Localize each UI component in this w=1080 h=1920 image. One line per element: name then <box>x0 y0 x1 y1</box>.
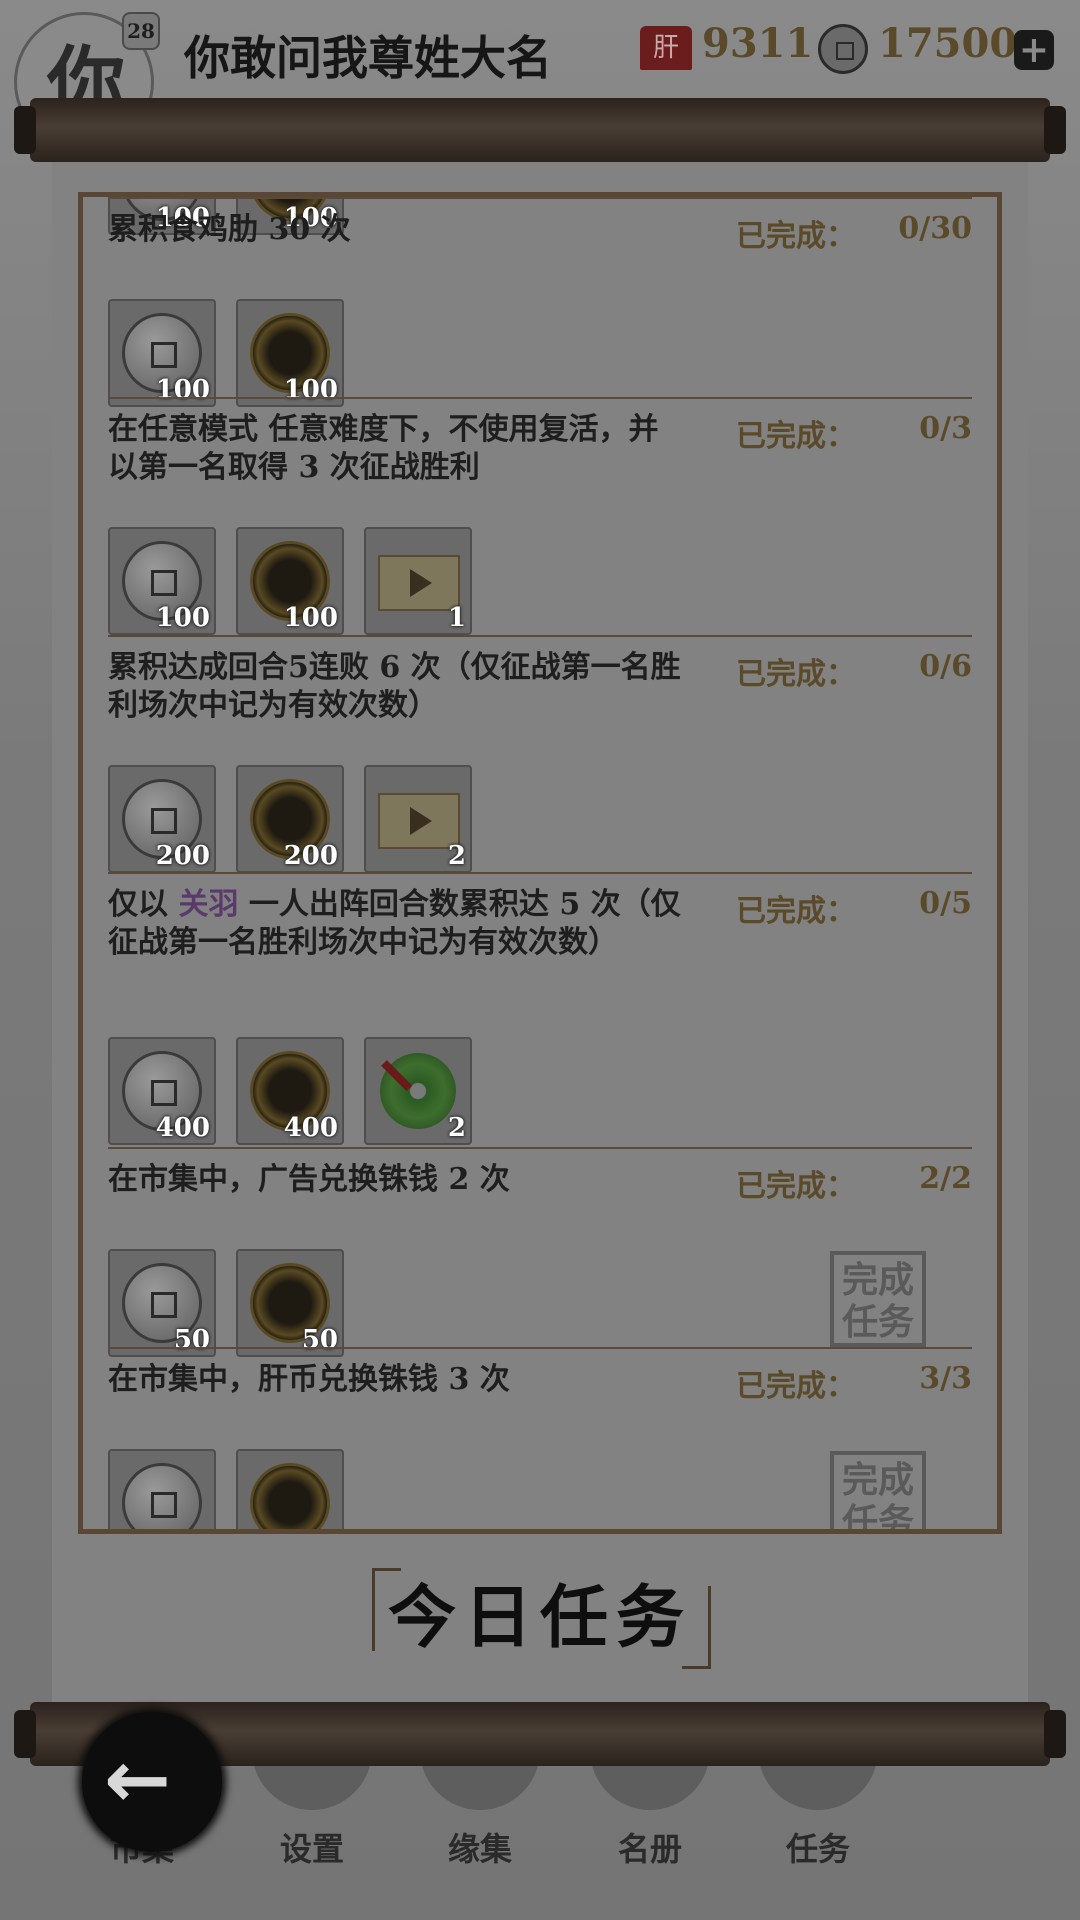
progress-value: 0/3 <box>919 411 972 446</box>
progress-label: 已完成： <box>736 1369 856 1404</box>
progress-value: 2/2 <box>919 1161 972 1196</box>
progress-label: 已完成： <box>736 1169 856 1204</box>
back-button[interactable]: ← <box>82 1712 222 1852</box>
coin-gold-icon <box>250 1463 330 1529</box>
liver-coin-amount: 9311 <box>702 20 814 67</box>
page-title: 今日任务 <box>387 1578 692 1658</box>
jade-icon <box>380 1053 456 1129</box>
reward-coin-silver[interactable]: 100 <box>108 299 216 407</box>
task-divider <box>108 1147 972 1149</box>
task-list-frame[interactable]: 100 100 累积食鸡肋 30 次已完成： 0/30 100 100 在任意模式 任意难度… <box>78 192 1002 1534</box>
back-arrow-icon: ← <box>104 1733 172 1826</box>
task-item: 在任意模式 任意难度下，不使用复活，并以第一名取得 3 次征战胜利 已完成： 0/3… <box>108 397 972 637</box>
task-item: 在市集中，肝币兑换铢钱 3 次 已完成： 3/3 完成任务 <box>108 1347 972 1529</box>
task-divider <box>108 197 972 199</box>
reward-coin-silver[interactable] <box>108 1449 216 1529</box>
reward-ticket[interactable]: 2 <box>364 765 472 873</box>
progress-label: 已完成： <box>736 419 856 454</box>
level-badge: 28 <box>122 12 160 50</box>
task-description: 在市集中，肝币兑换铢钱 3 次 <box>108 1362 510 1397</box>
scroll-roller-top <box>14 98 1066 162</box>
task-description: 仅以 关羽 一人出阵回合数累积达 5 次（仅征战第一名胜利场次中记为有效次数） <box>108 886 688 962</box>
reward-quantity: 200 <box>283 841 338 871</box>
reward-quantity: 200 <box>155 841 210 871</box>
completed-stamp: 完成任务 <box>830 1251 926 1347</box>
coin-silver-icon <box>122 1463 202 1529</box>
nav-label[interactable]: 缘集 <box>420 1824 540 1870</box>
task-description: 累积达成回合5连败 6 次（仅征战第一名胜利场次中记为有效次数） <box>108 650 681 723</box>
reward-quantity: 400 <box>155 1113 210 1143</box>
task-divider <box>108 1347 972 1349</box>
reward-coin-gold[interactable]: 50 <box>236 1249 344 1357</box>
reward-coin-gold[interactable]: 100 <box>236 299 344 407</box>
task-description: 在市集中，广告兑换铢钱 2 次 <box>108 1162 510 1197</box>
task-divider <box>108 397 972 399</box>
liver-coin-icon: 肝 <box>640 26 692 70</box>
task-description: 累积食鸡肋 30 次 <box>108 212 351 247</box>
copper-coin-icon <box>818 24 868 74</box>
reward-quantity: 400 <box>283 1113 338 1143</box>
player-name: 你敢问我尊姓大名 <box>184 31 552 85</box>
progress-label: 已完成： <box>736 219 856 254</box>
task-description: 在任意模式 任意难度下，不使用复活，并以第一名取得 3 次征战胜利 <box>108 412 659 485</box>
progress-label: 已完成： <box>736 894 856 929</box>
reward-coin-gold[interactable]: 200 <box>236 765 344 873</box>
progress-value: 0/5 <box>919 886 972 921</box>
reward-coin-silver[interactable]: 100 <box>108 527 216 635</box>
reward-quantity: 2 <box>447 841 466 871</box>
progress-value: 3/3 <box>919 1361 972 1396</box>
copper-coin-amount: 17500 <box>878 20 1018 67</box>
hero-name-highlight: 关羽 <box>178 887 239 922</box>
add-currency-button[interactable]: + <box>1014 30 1054 70</box>
reward-coin-gold[interactable]: 100 <box>236 527 344 635</box>
reward-coin-silver[interactable]: 50 <box>108 1249 216 1357</box>
task-item: 累积达成回合5连败 6 次（仅征战第一名胜利场次中记为有效次数） 已完成： 0/6 2… <box>108 635 972 875</box>
task-item: 仅以 关羽 一人出阵回合数累积达 5 次（仅征战第一名胜利场次中记为有效次数） 已… <box>108 872 972 1145</box>
nav-label[interactable]: 名册 <box>590 1824 710 1870</box>
progress-value: 0/30 <box>898 211 972 246</box>
reward-quantity: 100 <box>283 603 338 633</box>
reward-coin-silver[interactable]: 200 <box>108 765 216 873</box>
reward-coin-gold[interactable]: 400 <box>236 1037 344 1145</box>
progress-value: 0/6 <box>919 649 972 684</box>
reward-coin-silver[interactable]: 400 <box>108 1037 216 1145</box>
reward-quantity: 100 <box>155 603 210 633</box>
reward-coin-gold[interactable] <box>236 1449 344 1529</box>
progress-label: 已完成： <box>736 657 856 692</box>
task-divider <box>108 635 972 637</box>
task-description-prefix: 仅以 <box>108 887 179 922</box>
reward-ticket[interactable]: 1 <box>364 527 472 635</box>
top-header: 你 28 你敢问我尊姓大名 肝 9311 17500 + <box>0 0 1080 152</box>
reward-jade[interactable]: 2 <box>364 1037 472 1145</box>
nav-label[interactable]: 任务 <box>758 1824 878 1870</box>
reward-quantity: 1 <box>447 603 466 633</box>
completed-stamp: 完成任务 <box>830 1451 926 1529</box>
nav-label[interactable]: 设置 <box>252 1824 372 1870</box>
task-divider <box>108 872 972 874</box>
reward-quantity: 2 <box>447 1113 466 1143</box>
